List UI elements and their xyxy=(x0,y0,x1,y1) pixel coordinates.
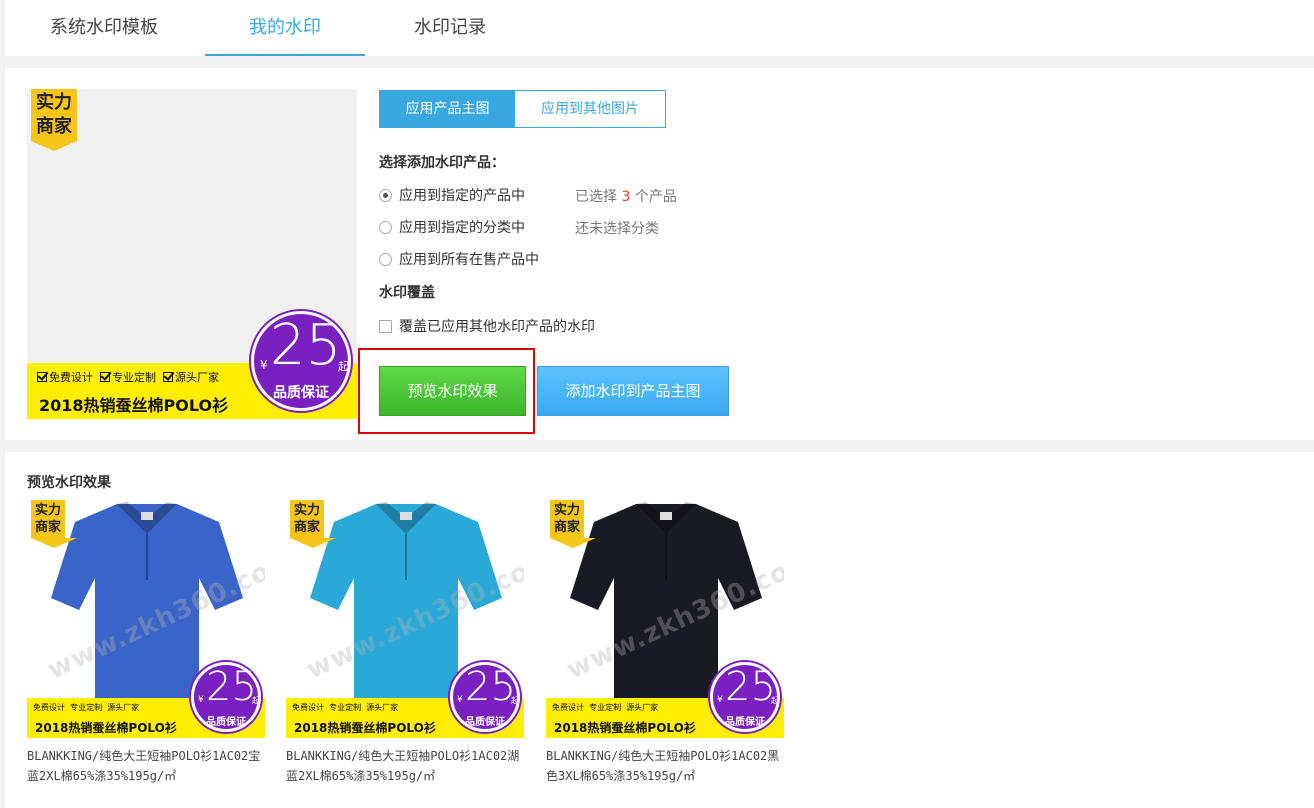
quality-guarantee: 品质保证 xyxy=(725,717,765,728)
tab-apply-other-images[interactable]: 应用到其他图片 xyxy=(515,90,666,128)
tab-system-templates[interactable]: 系统水印模板 xyxy=(29,0,179,56)
strength-merchant-badge: 实力 商家 xyxy=(31,500,77,548)
feature-2: 专业定制 xyxy=(112,371,156,384)
feature-3: 源头厂家 xyxy=(175,371,219,384)
feature-list: 免费设计 专业定制 源头厂家 xyxy=(37,369,219,385)
price-value: 25 xyxy=(270,313,342,378)
option-specific-category[interactable]: 应用到指定的分类中 xyxy=(379,218,549,238)
tab-apply-main-image[interactable]: 应用产品主图 xyxy=(379,90,516,128)
option-specific-products[interactable]: 应用到指定的产品中 xyxy=(379,186,549,206)
quality-guarantee: 品质保证 xyxy=(465,717,505,728)
product-caption: BLANKKING/纯色大王短袖POLO衫1AC02湖蓝2XL棉65%涤35%1… xyxy=(286,749,520,783)
badge-line2: 商家 xyxy=(36,116,72,137)
top-tab-bar: 系统水印模板 我的水印 水印记录 xyxy=(5,0,1314,56)
preview-watermark-button[interactable]: 预览水印效果 xyxy=(379,366,526,416)
yen-symbol: ¥ xyxy=(198,695,204,705)
yen-symbol: ¥ xyxy=(457,695,463,705)
radio-button[interactable] xyxy=(379,253,392,266)
selected-count[interactable]: 3 xyxy=(621,189,630,205)
badge-line1: 实力 xyxy=(36,92,72,113)
add-watermark-button[interactable]: 添加水印到产品主图 xyxy=(537,366,729,416)
strength-merchant-badge: 实力 商家 xyxy=(290,500,336,548)
feature-2: 专业定制 xyxy=(70,703,103,712)
watermark-overlay: 实力 商家 免费设计 专业定制 源头厂家 2018热销蚕丝棉POLO衫 ¥ 25… xyxy=(546,500,784,738)
price-value: 25 xyxy=(206,664,257,710)
feature-2: 专业定制 xyxy=(329,703,362,712)
yen-symbol: ¥ xyxy=(260,358,268,372)
select-products-title: 选择添加水印产品： xyxy=(379,155,505,171)
price-value: 25 xyxy=(465,664,516,710)
option-label: 应用到指定的分类中 xyxy=(399,220,525,236)
badge-line1: 实力 xyxy=(34,503,61,518)
tab-my-watermark[interactable]: 我的水印 xyxy=(205,0,365,56)
tab-watermark-records[interactable]: 水印记录 xyxy=(375,0,525,56)
feature-1: 免费设计 xyxy=(292,703,324,712)
feature-3: 源头厂家 xyxy=(366,703,399,712)
strength-merchant-badge: 实力 商家 xyxy=(31,89,77,151)
price-circle: ¥ 25 起 品质保证 xyxy=(191,662,261,732)
strength-merchant-badge: 实力 商家 xyxy=(550,500,596,548)
product-caption: BLANKKING/纯色大王短袖POLO衫1AC02黑色3XL棉65%涤35%1… xyxy=(546,749,780,783)
price-suffix: 起 xyxy=(338,360,349,373)
price-suffix: 起 xyxy=(252,696,260,705)
product-caption: BLANKKING/纯色大王短袖POLO衫1AC02宝蓝2XL棉65%涤35%1… xyxy=(27,749,261,783)
quality-guarantee: 品质保证 xyxy=(206,717,246,728)
price-circle: ¥ 25 起 品质保证 xyxy=(710,662,780,732)
selected-prefix: 已选择 xyxy=(575,189,617,205)
check-icon xyxy=(100,372,110,382)
product-image: www.zkh360.com 实力 商家 免费设计 专业定制 源头厂家 2018… xyxy=(546,500,784,738)
selected-products-note: 已选择 3 个产品 xyxy=(575,186,677,206)
checkbox-label: 覆盖已应用其他水印产品的水印 xyxy=(399,319,595,335)
category-note: 还未选择分类 xyxy=(575,221,659,237)
slogan: 2018热销蚕丝棉POLO衫 xyxy=(35,721,177,735)
feature-list: 免费设计 专业定制 源头厂家 xyxy=(33,702,139,713)
quality-guarantee: 品质保证 xyxy=(273,385,329,401)
overlay-checkbox[interactable]: 覆盖已应用其他水印产品的水印 xyxy=(379,317,619,337)
option-label: 应用到所有在售产品中 xyxy=(399,252,539,268)
price-suffix: 起 xyxy=(771,696,779,705)
radio-button[interactable] xyxy=(379,221,392,234)
slogan: 2018热销蚕丝棉POLO衫 xyxy=(39,396,229,415)
watermark-overlay: 实力 商家 免费设计 专业定制 源头厂家 2018热销蚕丝棉POLO衫 ¥ 25… xyxy=(27,500,265,738)
slogan: 2018热销蚕丝棉POLO衫 xyxy=(554,721,696,735)
check-icon xyxy=(37,372,47,382)
feature-2: 专业定制 xyxy=(589,703,622,712)
watermark-template-preview: 实力 商家 免费设计 专业定制 源头厂家 2018热销蚕丝棉POLO衫 ¥ 25… xyxy=(27,89,357,419)
option-all-products[interactable]: 应用到所有在售产品中 xyxy=(379,250,559,270)
price-suffix: 起 xyxy=(511,696,519,705)
check-icon xyxy=(163,372,173,382)
feature-1: 免费设计 xyxy=(552,703,584,712)
feature-list: 免费设计 专业定制 源头厂家 xyxy=(552,702,658,713)
badge-line1: 实力 xyxy=(293,503,320,518)
feature-1: 免费设计 xyxy=(33,703,65,712)
badge-line2: 商家 xyxy=(34,520,61,535)
badge-line2: 商家 xyxy=(293,520,320,535)
price-value: 25 xyxy=(725,664,776,710)
badge-line1: 实力 xyxy=(553,503,580,518)
product-image: www.zkh360.com 实力 商家 免费设计 专业定制 源头厂家 2018… xyxy=(27,500,265,738)
slogan: 2018热销蚕丝棉POLO衫 xyxy=(294,721,436,735)
checkbox[interactable] xyxy=(379,320,392,333)
feature-list: 免费设计 专业定制 源头厂家 xyxy=(292,702,398,713)
badge-line2: 商家 xyxy=(553,520,580,535)
feature-1: 免费设计 xyxy=(49,371,93,384)
preview-title: 预览水印效果 xyxy=(27,475,111,491)
yen-symbol: ¥ xyxy=(717,695,723,705)
product-image: www.zkh360.com 实力 商家 免费设计 专业定制 源头厂家 2018… xyxy=(286,500,524,738)
overlay-title: 水印覆盖 xyxy=(379,285,435,301)
selected-suffix: 个产品 xyxy=(634,189,677,205)
feature-3: 源头厂家 xyxy=(626,703,659,712)
watermark-overlay: 实力 商家 免费设计 专业定制 源头厂家 2018热销蚕丝棉POLO衫 ¥ 25… xyxy=(286,500,524,738)
option-label: 应用到指定的产品中 xyxy=(399,188,525,204)
price-circle: ¥ 25 起 品质保证 xyxy=(251,311,351,411)
feature-3: 源头厂家 xyxy=(107,703,140,712)
radio-button[interactable] xyxy=(379,189,392,202)
price-circle: ¥ 25 起 品质保证 xyxy=(450,662,520,732)
